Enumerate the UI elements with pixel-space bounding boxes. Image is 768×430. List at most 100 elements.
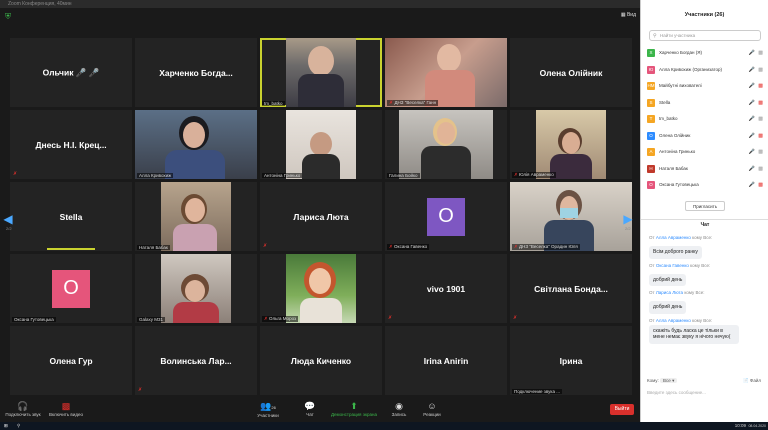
file-button[interactable]: 📄 Файл bbox=[743, 378, 761, 384]
video-tile-active-speaker[interactable]: tm_batko bbox=[260, 38, 382, 107]
audio-button[interactable]: 🎧 Подключить звук bbox=[4, 401, 42, 417]
mic-muted-icon: ✗ bbox=[514, 244, 518, 249]
participants-icon: 👥26 bbox=[260, 401, 276, 411]
participants-button[interactable]: 👥26 Участники bbox=[250, 401, 286, 418]
video-tile[interactable]: Антоніна Гринько bbox=[260, 110, 382, 179]
video-tile[interactable]: Ольчик 🎤 🎤 bbox=[10, 38, 132, 107]
participant-row[interactable]: Ttm_batko 🎤 ▩ bbox=[647, 111, 763, 128]
record-icon: ◉ bbox=[395, 401, 403, 411]
participant-label: Галина Бойко bbox=[387, 173, 420, 178]
page-number-right: 2/2 bbox=[625, 226, 631, 231]
message-sender: От Алла Авраменко кому Все: bbox=[649, 235, 713, 240]
chat-message: От Оксана Гавенко кому Все: добрий день bbox=[649, 262, 763, 286]
chat-message: От Алла Авраменко кому Все: скажіть будь… bbox=[649, 318, 763, 344]
video-tile[interactable]: ✗ Ольга Мороз bbox=[260, 254, 382, 323]
side-panel: Участники (26) ⚲ Найти участника Х Харчен… bbox=[640, 0, 768, 422]
participant-row[interactable]: Ю Алла Кривохиж (Организатор) 🎤 ▩ bbox=[647, 62, 763, 79]
camera-icon: ▩ bbox=[758, 116, 763, 122]
video-button[interactable]: ▩ Включить видео bbox=[46, 401, 86, 417]
video-tile[interactable]: Galaxy M31 bbox=[135, 254, 257, 323]
participant-name: Irina Anirin bbox=[423, 355, 469, 366]
video-tile[interactable]: Галина Бойко bbox=[385, 110, 507, 179]
message-sender: От Оксана Гавенко кому Все: bbox=[649, 262, 711, 268]
video-tile[interactable]: O ✗ Оксана Гавенко bbox=[385, 182, 507, 251]
video-tile[interactable]: ✗ Юлія Авраменко bbox=[510, 110, 632, 179]
participant-name: Ірина bbox=[559, 355, 583, 366]
video-tile[interactable]: Алла Кривохиж bbox=[135, 110, 257, 179]
chat-message: От Лариса Люта кому Все: добрий день bbox=[649, 290, 763, 314]
participant-row[interactable]: О Оксана Гутовецька 🎤 ▩ bbox=[647, 177, 763, 194]
avatar: НМ bbox=[647, 82, 655, 90]
video-tile[interactable]: Наталя Бабак bbox=[135, 182, 257, 251]
leave-button[interactable]: Выйти bbox=[610, 404, 634, 415]
video-tile[interactable]: Irina Anirin bbox=[385, 326, 507, 395]
video-feed bbox=[286, 254, 356, 323]
video-tile[interactable]: Світлана Бонда... ✗ bbox=[510, 254, 632, 323]
recipient-select[interactable]: Все ▾ bbox=[660, 378, 678, 383]
camera-off-icon: ▩ bbox=[758, 99, 763, 106]
participant-row[interactable]: О Олена Олійник 🎤 ▩ bbox=[647, 128, 763, 145]
reactions-button[interactable]: ☺ Реакции bbox=[418, 401, 446, 417]
video-tile[interactable]: vivo 1901 ✗ bbox=[385, 254, 507, 323]
chat-input[interactable]: Введите здесь сообщение... bbox=[647, 390, 765, 395]
chat-button[interactable]: 💬 Чат bbox=[296, 401, 324, 417]
mic-muted-icon: ✗ bbox=[514, 172, 518, 177]
participant-label: Антоніна Гринько bbox=[262, 173, 303, 178]
video-tile[interactable]: Харченко Богда... bbox=[135, 38, 257, 107]
participant-name: Світлана Бонда... bbox=[534, 283, 608, 294]
video-tile[interactable]: O Оксана Гутовецька bbox=[10, 254, 132, 323]
avatar: О bbox=[647, 181, 655, 189]
avatar: S bbox=[647, 98, 655, 107]
video-tile[interactable]: Stella bbox=[10, 182, 132, 251]
speaking-indicator bbox=[47, 248, 95, 250]
reactions-icon: ☺ bbox=[427, 401, 437, 411]
mic-muted-icon: ✗ bbox=[263, 243, 268, 249]
mic-muted-icon: ✗ bbox=[513, 315, 518, 321]
video-tile[interactable]: Олена Олійник bbox=[510, 38, 632, 107]
participant-row[interactable]: НМ Майбутні вихователі 🎤 ▩ bbox=[647, 78, 763, 95]
participant-name: Харченко Богда... bbox=[159, 67, 233, 78]
participant-search-input[interactable]: ⚲ Найти участника bbox=[649, 30, 761, 41]
video-tile[interactable]: Лариса Люта ✗ bbox=[260, 182, 382, 251]
avatar: Х bbox=[647, 49, 655, 57]
camera-off-icon: ▩ bbox=[758, 83, 763, 89]
video-tile[interactable]: ✗ ДНЗ "Веселка" Ганн bbox=[385, 38, 507, 107]
mic-icon: 🎤 bbox=[748, 116, 755, 122]
search-icon[interactable]: ⚲ bbox=[17, 423, 20, 428]
participant-row[interactable]: А Антоніна Гринько 🎤 ▩ bbox=[647, 144, 763, 161]
participant-name: Олена Гур bbox=[49, 355, 93, 366]
mic-muted-icon: ✗ bbox=[388, 315, 393, 321]
mic-muted-icon: 🎤 bbox=[748, 182, 755, 188]
message-sender: От Лариса Люта кому Все: bbox=[649, 290, 705, 295]
view-button[interactable]: ▦ Вид bbox=[621, 12, 636, 18]
windows-taskbar: ⊞ ⚲ 10:09 08.04.2020 bbox=[0, 422, 768, 430]
search-icon: ⚲ bbox=[653, 33, 657, 39]
camera-icon: ▩ bbox=[758, 50, 763, 56]
chat-icon: 💬 bbox=[304, 401, 316, 411]
video-tile[interactable]: ✗ ДНЗ "Веселка" Орадин Юля bbox=[510, 182, 632, 251]
camera-icon: ▩ bbox=[758, 66, 763, 73]
video-tile[interactable]: Ірина Подключение звука ... bbox=[510, 326, 632, 395]
participant-name: Люда Киченко bbox=[290, 355, 352, 366]
participant-row[interactable]: Х Харченко Богдан (Я) 🎤 ▩ bbox=[647, 45, 763, 62]
video-tile[interactable]: Волинська Лар... ✗ bbox=[135, 326, 257, 395]
mic-muted-icon: 🎤 bbox=[748, 149, 755, 155]
mic-icon: 🎤 bbox=[748, 50, 755, 56]
participant-row[interactable]: Н Наталя Бабак 🎤 ▩ bbox=[647, 161, 763, 178]
participant-row[interactable]: S Stella 🎤 ▩ bbox=[647, 95, 763, 112]
shield-icon[interactable]: ⛨ bbox=[5, 12, 13, 21]
video-tile[interactable]: Люда Киченко bbox=[260, 326, 382, 395]
video-tile[interactable]: Днесь Н.І. Крец... ✗ bbox=[10, 110, 132, 179]
invite-button[interactable]: Пригласить bbox=[685, 201, 725, 211]
share-screen-button[interactable]: ⬆ Демонстрация экрана bbox=[328, 401, 380, 417]
avatar: T bbox=[647, 115, 655, 123]
record-button[interactable]: ◉ Запись bbox=[386, 401, 412, 417]
windows-start-icon[interactable]: ⊞ bbox=[4, 423, 8, 428]
participant-label: ✗ Юлія Авраменко bbox=[512, 172, 556, 178]
video-tile[interactable]: Олена Гур bbox=[10, 326, 132, 395]
participant-name: Олена Олійник bbox=[539, 67, 603, 78]
mic-muted-icon: ✗ bbox=[389, 244, 393, 249]
mic-muted-icon: ✗ bbox=[13, 171, 18, 177]
window-title: Zoom Конференция, 40мин bbox=[0, 0, 640, 8]
avatar: O bbox=[52, 269, 90, 308]
